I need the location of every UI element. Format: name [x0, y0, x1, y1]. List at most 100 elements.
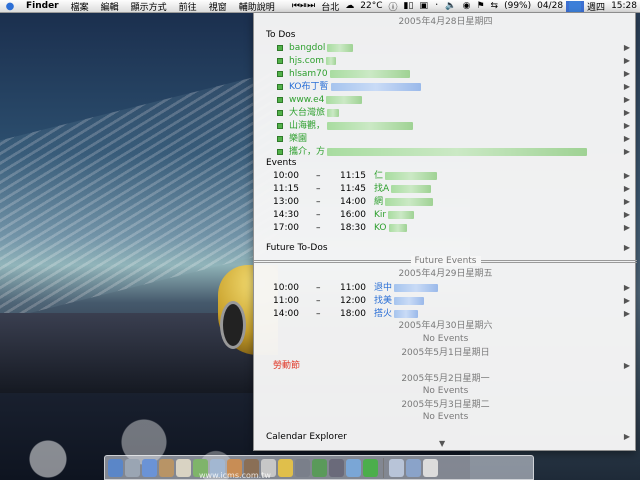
submenu-arrow-icon: ▶ — [623, 210, 630, 219]
submenu-arrow-icon: ▶ — [623, 43, 630, 52]
display-icon[interactable]: ▣ — [416, 1, 431, 11]
menu-window[interactable]: 視窗 — [203, 0, 233, 13]
day6-header: 2005年5月3日星期二 — [401, 400, 490, 410]
clock[interactable]: 15:28 — [608, 1, 640, 11]
event-item[interactable]: 13:00 – 14:00 網 ▶ — [254, 196, 637, 208]
dashboard-dock-icon[interactable] — [125, 458, 140, 477]
bluetooth-icon[interactable]: ᛫ — [431, 1, 442, 11]
event-item[interactable]: 17:00 – 18:30 KO ▶ — [254, 222, 637, 234]
app-dock-icon[interactable] — [295, 458, 310, 477]
app-dock-icon[interactable] — [278, 458, 293, 477]
submenu-arrow-icon: ▶ — [623, 361, 630, 370]
todo-item[interactable]: bangdol ▶ — [254, 42, 637, 54]
todo-checkbox-icon[interactable] — [277, 123, 283, 129]
event-title: 網 — [374, 196, 434, 208]
sync-icon[interactable]: ⇆ — [488, 1, 502, 11]
event-item[interactable]: 14:00 – 18:00 搭火 ▶ — [254, 308, 637, 320]
apple-menu-icon[interactable]: ● — [0, 1, 20, 12]
app-dock-icon[interactable] — [389, 458, 404, 477]
todo-title: hjs.com — [289, 55, 336, 67]
day5-no-events: No Events — [422, 386, 469, 396]
todo-item[interactable]: KO布丁暫 ▶ — [254, 81, 637, 93]
todo-item[interactable]: 樂園 ▶ — [254, 133, 637, 145]
calendar-dropdown: 2005年4月28日星期四 To Dos bangdol ▶ hjs.com ▶ hls… — [253, 13, 637, 451]
day2-header: 2005年4月29日星期五 — [398, 269, 493, 279]
scroll-down-icon[interactable]: ▼ — [439, 439, 445, 448]
event-start: 10:00 — [273, 283, 299, 293]
todo-item[interactable]: www.e4 ▶ — [254, 94, 637, 106]
battery-status[interactable]: (99%) — [501, 1, 534, 11]
menu-extras: ⏮⏯⏭ 台北 ☁ 22°C ⓘ ▮▯ ▣ ᛫ 🔈 ◉ ⚑ ⇆ (99%) 04/… — [289, 0, 640, 13]
submenu-arrow-icon: ▶ — [623, 309, 630, 318]
weekday[interactable]: 週四 — [584, 0, 608, 13]
safari-dock-icon[interactable] — [142, 458, 157, 477]
date[interactable]: 04/28 — [534, 1, 566, 11]
media-controls-icon[interactable]: ⏮⏯⏭ — [289, 1, 318, 11]
event-end: 14:00 — [340, 197, 366, 207]
day3-header: 2005年4月30日星期六 — [398, 321, 493, 331]
cpu-meter-icon[interactable]: ▮▯ — [401, 1, 417, 11]
event-start: 14:00 — [273, 309, 299, 319]
app-dock-icon[interactable] — [312, 458, 327, 477]
event-title: Kir — [374, 209, 415, 221]
trash-dock-icon[interactable] — [423, 458, 438, 477]
ical-dock-icon[interactable] — [176, 458, 191, 477]
flag-icon[interactable]: ⚑ — [473, 1, 487, 11]
event-item[interactable]: 10:00 – 11:00 退中 ▶ — [254, 282, 637, 294]
event-start: 14:30 — [273, 210, 299, 220]
menu-help[interactable]: 輔助說明 — [233, 0, 281, 13]
holiday-item[interactable]: 勞動節 ▶ — [254, 360, 637, 372]
event-dash: – — [316, 171, 321, 181]
todo-checkbox-icon[interactable] — [277, 84, 283, 90]
finder-dock-icon[interactable] — [108, 458, 123, 477]
submenu-arrow-icon: ▶ — [623, 121, 630, 130]
submenu-arrow-icon: ▶ — [623, 56, 630, 65]
event-end: 11:45 — [340, 184, 366, 194]
weather-city[interactable]: 台北 — [318, 0, 342, 13]
event-item[interactable]: 10:00 – 11:15 仁 ▶ — [254, 170, 637, 182]
menu-file[interactable]: 檔案 — [65, 0, 95, 13]
future-todos-item[interactable]: Future To-Dos ▶ — [254, 242, 637, 254]
event-item[interactable]: 14:30 – 16:00 Kir ▶ — [254, 209, 637, 221]
dock-separator — [383, 457, 384, 478]
calendar-explorer-item[interactable]: Calendar Explorer ▶ — [254, 431, 637, 443]
todo-item[interactable]: 山海觀， ▶ — [254, 120, 637, 132]
event-dash: – — [316, 283, 321, 293]
event-dash: – — [316, 296, 321, 306]
todo-checkbox-icon[interactable] — [277, 110, 283, 116]
submenu-arrow-icon: ▶ — [623, 296, 630, 305]
volume-icon[interactable]: 🔈 — [442, 1, 459, 11]
event-dash: – — [316, 184, 321, 194]
todo-item[interactable]: hlsam70 ▶ — [254, 68, 637, 80]
calendar-menu-icon[interactable] — [566, 0, 585, 12]
submenu-arrow-icon: ▶ — [623, 223, 630, 232]
event-end: 11:00 — [340, 283, 366, 293]
skype-dock-icon[interactable] — [363, 458, 378, 477]
holiday-label: 勞動節 — [273, 361, 301, 371]
info-icon[interactable]: ⓘ — [386, 0, 401, 13]
event-start: 10:00 — [273, 171, 299, 181]
todo-item[interactable]: 大台灣旅 ▶ — [254, 107, 637, 119]
todo-item[interactable]: hjs.com ▶ — [254, 55, 637, 67]
todo-title: 樂園 — [289, 134, 308, 144]
todo-checkbox-icon[interactable] — [277, 58, 283, 64]
todo-checkbox-icon[interactable] — [277, 71, 283, 77]
app-dock-icon[interactable] — [346, 458, 361, 477]
todo-checkbox-icon[interactable] — [277, 97, 283, 103]
menu-go[interactable]: 前往 — [173, 0, 203, 13]
todo-checkbox-icon[interactable] — [277, 45, 283, 51]
menu-finder[interactable]: Finder — [20, 1, 65, 11]
app-dock-icon[interactable] — [406, 458, 421, 477]
mail-dock-icon[interactable] — [159, 458, 174, 477]
event-item[interactable]: 11:00 – 12:00 找美 ▶ — [254, 295, 637, 307]
submenu-arrow-icon: ▶ — [623, 184, 630, 193]
wifi-icon[interactable]: ◉ — [460, 1, 474, 11]
menu-view[interactable]: 顯示方式 — [125, 0, 173, 13]
event-item[interactable]: 11:15 – 11:45 找A ▶ — [254, 183, 637, 195]
submenu-arrow-icon: ▶ — [623, 108, 630, 117]
todo-checkbox-icon[interactable] — [277, 149, 283, 155]
todo-title: 山海觀， — [289, 120, 414, 132]
todo-checkbox-icon[interactable] — [277, 136, 283, 142]
menu-edit[interactable]: 編輯 — [95, 0, 125, 13]
app-dock-icon[interactable] — [329, 458, 344, 477]
